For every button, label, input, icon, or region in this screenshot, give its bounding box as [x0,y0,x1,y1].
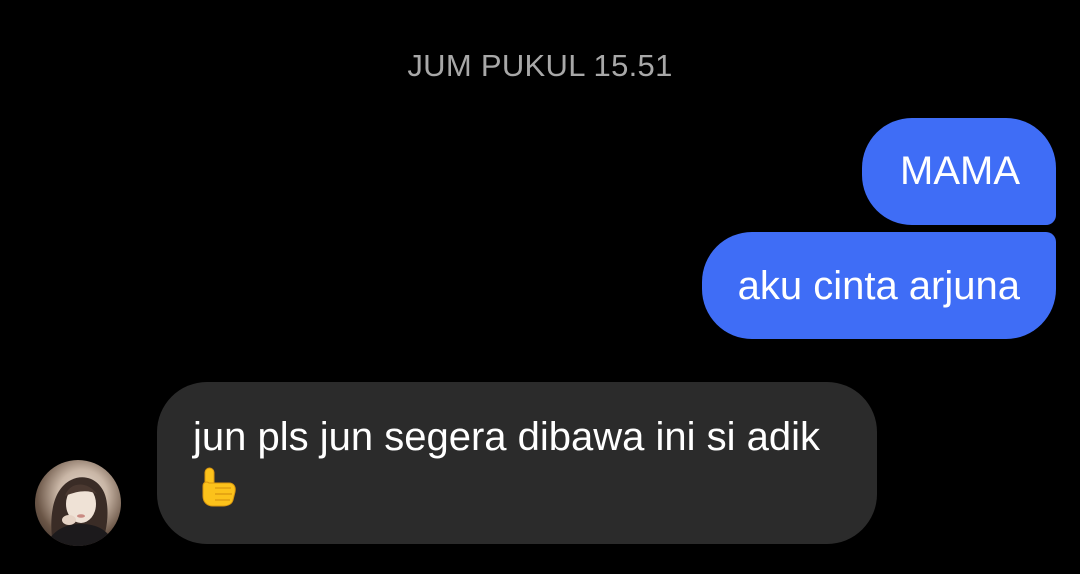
avatar-photo-icon [45,477,115,546]
outgoing-message-bubble[interactable]: MAMA [862,118,1056,225]
message-timestamp: JUM PUKUL 15.51 [407,48,673,83]
message-text: MAMA [900,149,1020,193]
message-text: aku cinta arjuna [737,264,1020,308]
outgoing-message-bubble[interactable]: aku cinta arjuna [701,232,1056,339]
incoming-message-bubble[interactable]: jun pls jun segera dibawa ini si adik [157,382,877,544]
pointing-up-hand-emoji [195,464,239,508]
contact-avatar[interactable] [35,460,121,546]
message-text: jun pls jun segera dibawa ini si adik [193,415,821,459]
